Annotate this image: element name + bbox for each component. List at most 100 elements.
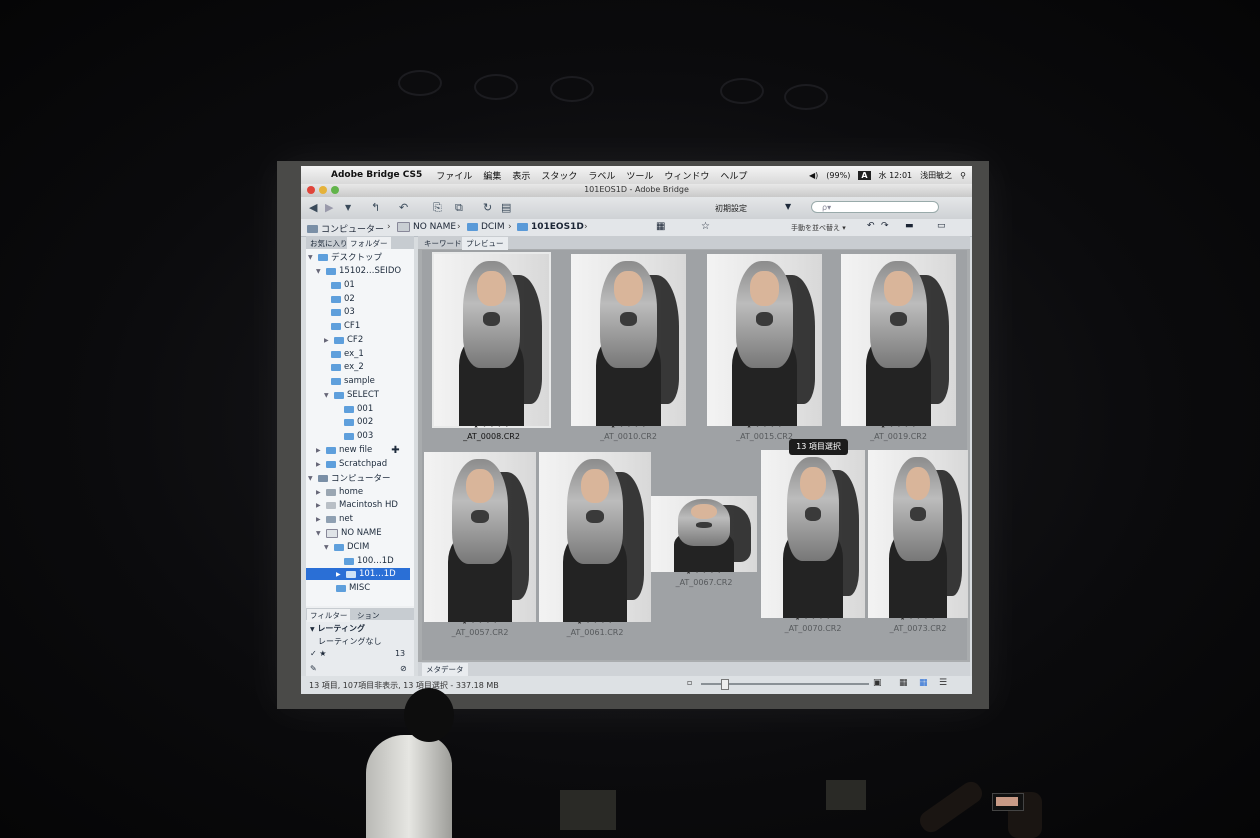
disclosure-triangle-icon[interactable]: ▼ [316, 268, 323, 275]
tree-item-cf1[interactable]: CF1 [331, 320, 360, 332]
breadcrumb-dcim[interactable]: DCIM [467, 222, 505, 232]
rating-dots[interactable]: ★ • • • • [424, 619, 536, 626]
disclosure-triangle-icon[interactable]: ▶ [336, 571, 343, 578]
rating-dots[interactable]: ★ • • • • [841, 423, 956, 430]
thumbnail-filename[interactable]: _AT_0067.CR2 [651, 578, 757, 587]
disclosure-triangle-icon[interactable]: ▼ [308, 254, 315, 261]
thumbnail-filename[interactable]: _AT_0010.CR2 [571, 432, 686, 441]
rotate-icon[interactable]: ↻ [483, 201, 492, 214]
dropdown-arrow-icon[interactable]: ▼ [345, 203, 351, 212]
thumbnail-image[interactable] [841, 254, 956, 426]
tab-preview[interactable]: プレビュー [462, 237, 508, 250]
tree-item-misc[interactable]: MISC [336, 582, 370, 594]
thumbnail-filename[interactable]: _AT_0019.CR2 [841, 432, 956, 441]
thumbnail-filename[interactable]: _AT_0070.CR2 [761, 624, 865, 633]
rating-dots[interactable]: ★ • • • • [434, 423, 549, 430]
thumbnail-image[interactable] [571, 254, 686, 426]
disclosure-triangle-icon[interactable]: ▼ [310, 626, 315, 633]
list-view-icon[interactable]: ☰ [939, 678, 947, 688]
tree-item-home[interactable]: ▶ home [316, 486, 363, 498]
battery-status[interactable]: (99%) [826, 171, 850, 180]
refine-icon[interactable]: ⧉ [455, 201, 463, 215]
menu-view[interactable]: 表示 [512, 169, 530, 182]
output-icon[interactable]: ▤ [501, 201, 511, 214]
thumbnail-view-icon[interactable]: ▦ [919, 678, 928, 688]
tree-item-no-name[interactable]: ▼ NO NAME [316, 527, 382, 539]
disclosure-triangle-icon[interactable]: ▶ [316, 447, 323, 454]
rating-dots[interactable]: ★ • • • • [539, 619, 651, 626]
rotate-right-icon[interactable]: ↷ [881, 221, 889, 231]
tab-metadata[interactable]: メタデータ [422, 663, 468, 676]
menubar-clock[interactable]: 水 12:01 [879, 170, 913, 181]
sort-menu[interactable]: 手動を並べ替え ▾ [791, 223, 846, 233]
search-input[interactable]: ρ▾ [811, 201, 939, 213]
rating-dots[interactable]: ★ • • • • [571, 423, 686, 430]
grid-view-icon[interactable]: ▦ [899, 678, 908, 688]
rating-dots[interactable]: ★ • • • • [651, 569, 757, 576]
rating-dots[interactable]: ★ • • • • [707, 423, 822, 430]
tab-filter[interactable]: フィルター [307, 609, 351, 622]
thumbnail-image[interactable] [761, 450, 865, 618]
tree-item-sample[interactable]: sample [331, 375, 375, 387]
thumbnail-filename[interactable]: _AT_0061.CR2 [539, 628, 651, 637]
thumbnail-size-slider-handle[interactable] [721, 679, 729, 690]
volume-icon[interactable]: ◀) [809, 171, 818, 180]
view-mode-icon[interactable]: ▦ [656, 221, 665, 232]
menu-label[interactable]: ラベル [588, 169, 615, 182]
input-method-badge[interactable]: A [858, 170, 871, 180]
tree-item-003[interactable]: 003 [344, 430, 373, 442]
app-menu[interactable]: Adobe Bridge CS5 [331, 170, 422, 180]
new-folder-icon[interactable]: ▬ [905, 221, 914, 231]
menu-edit[interactable]: 編集 [483, 169, 501, 182]
thumbnail-image[interactable] [707, 254, 822, 426]
filter-heading-rating[interactable]: ▼ レーティング [310, 623, 365, 634]
thumbnail-image[interactable] [432, 252, 551, 428]
disclosure-triangle-icon[interactable]: ▼ [316, 530, 323, 537]
tab-collections[interactable]: ション [354, 609, 383, 622]
forward-arrow-icon[interactable]: ▶ [325, 201, 333, 214]
breadcrumb-101eos1d[interactable]: 101EOS1D [517, 222, 584, 232]
tree-item-select[interactable]: ▼ SELECT [324, 389, 379, 401]
rotate-left-icon[interactable]: ↶ [867, 221, 875, 231]
filter-no-rating[interactable]: レーティングなし [318, 636, 382, 647]
tree-item-ex1[interactable]: ex_1 [331, 348, 364, 360]
disclosure-triangle-icon[interactable]: ▼ [324, 392, 331, 399]
breadcrumb-computer[interactable]: コンピューター [307, 222, 384, 235]
menu-tools[interactable]: ツール [626, 169, 653, 182]
tree-item-net[interactable]: ▶ net [316, 513, 353, 525]
tree-item-dcim[interactable]: ▼ DCIM [324, 541, 369, 553]
return-icon[interactable]: ↶ [399, 201, 408, 214]
disclosure-triangle-icon[interactable]: ▼ [308, 475, 315, 482]
tree-item-new-file[interactable]: ▶ new file ✚ [316, 444, 400, 456]
tree-item-seido[interactable]: ▼ 15102…SEIDO [316, 265, 401, 277]
tree-item-01[interactable]: 01 [331, 279, 355, 291]
thumbnail-image[interactable] [424, 452, 536, 622]
pin-icon[interactable]: ✎ [310, 664, 317, 673]
breadcrumb-no-name[interactable]: NO NAME [397, 222, 456, 232]
tree-item-03[interactable]: 03 [331, 306, 355, 318]
tree-item-macintosh-hd[interactable]: ▶ Macintosh HD [316, 499, 398, 511]
thumbnail-image[interactable] [539, 452, 651, 622]
delete-icon[interactable]: ▭ [937, 221, 946, 231]
disclosure-triangle-icon[interactable]: ▶ [316, 489, 323, 496]
disclosure-triangle-icon[interactable]: ▶ [316, 461, 323, 468]
tree-item-001[interactable]: 001 [344, 403, 373, 415]
thumbnail-image[interactable] [868, 450, 968, 618]
tree-item-computer[interactable]: ▼ コンピューター [308, 472, 391, 484]
thumbnail-filename[interactable]: _AT_0008.CR2 [434, 432, 549, 441]
filter-one-star[interactable]: ✓ ★ 13 [310, 649, 405, 658]
thumbnail-image[interactable] [651, 496, 757, 572]
disclosure-triangle-icon[interactable]: ▶ [324, 337, 331, 344]
recent-folder-icon[interactable]: ↰ [371, 201, 380, 214]
menu-window[interactable]: ウィンドウ [664, 169, 709, 182]
workspace-dropdown-icon[interactable]: ▼ [785, 202, 791, 211]
tree-item-02[interactable]: 02 [331, 293, 355, 305]
disclosure-triangle-icon[interactable]: ▼ [324, 544, 331, 551]
tree-item-desktop[interactable]: ▼ デスクトップ [308, 251, 382, 263]
tree-item-002[interactable]: 002 [344, 416, 373, 428]
back-arrow-icon[interactable]: ◀ [309, 201, 317, 214]
thumbnail-large-icon[interactable]: ▣ [873, 678, 882, 688]
thumbnail-small-icon[interactable]: ▫ [687, 678, 692, 687]
disclosure-triangle-icon[interactable]: ▶ [316, 502, 323, 509]
clear-filter-icon[interactable]: ⊘ [400, 664, 407, 673]
